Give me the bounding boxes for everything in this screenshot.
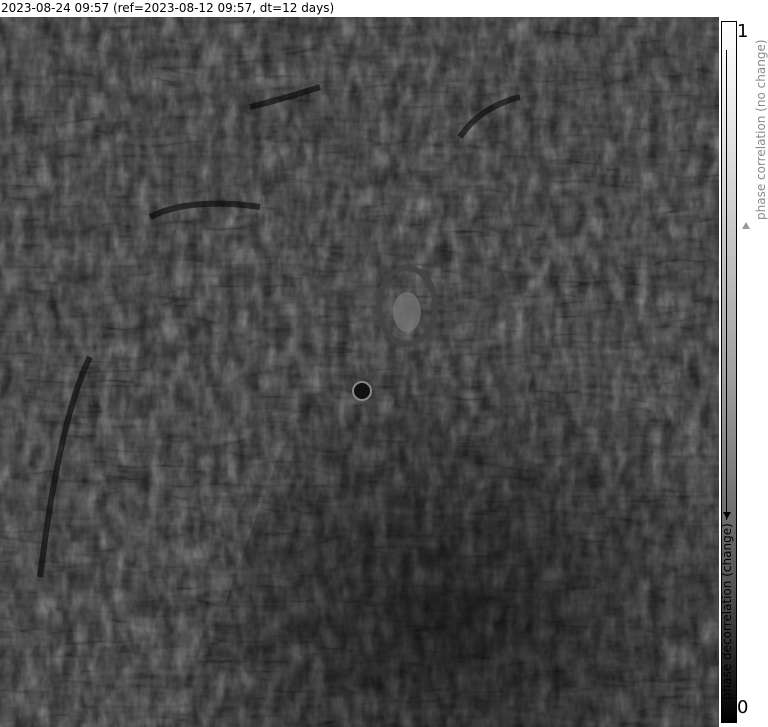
- colorbar-bottom-caption: phase decorrelation (change): [720, 523, 734, 700]
- arrow-down-icon: [723, 512, 731, 519]
- colorbar-min-label: 0: [737, 697, 749, 718]
- coherence-map: [0, 17, 719, 727]
- colorbar-axis-line: [726, 50, 727, 520]
- arrow-up-icon: [742, 222, 750, 229]
- colorbar-top-caption: phase correlation (no change): [754, 39, 768, 220]
- image-title: 2023-08-24 09:57 (ref=2023-08-12 09:57, …: [1, 1, 335, 15]
- colorbar-max-label: 1: [737, 21, 749, 42]
- coherence-map-svg: [0, 17, 719, 727]
